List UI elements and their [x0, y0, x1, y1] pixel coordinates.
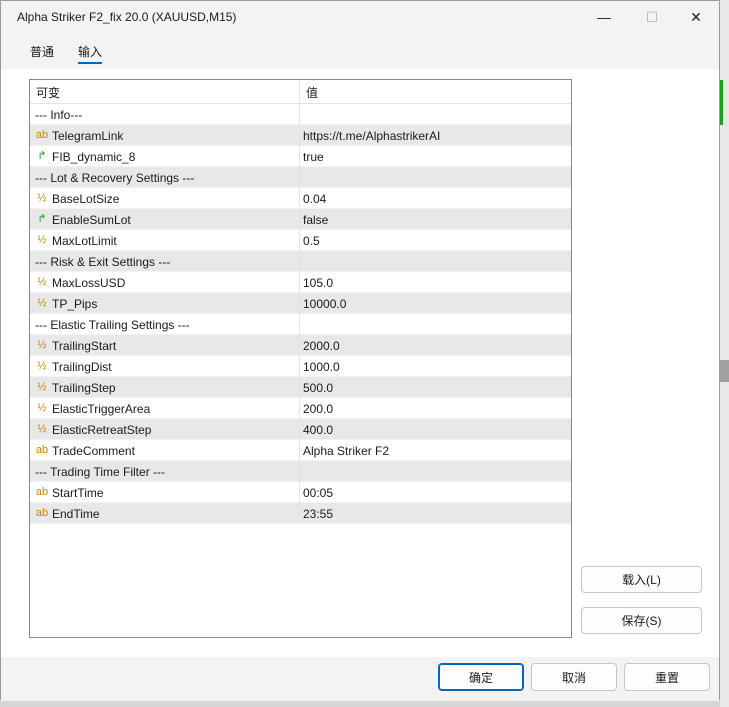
close-button[interactable]: ✕: [673, 1, 719, 33]
parameter-value[interactable]: 10000.0: [303, 297, 346, 311]
input-parameters-dialog: Alpha Striker F2_fix 20.0 (XAUUSD,M15) —…: [0, 0, 720, 701]
parameter-value[interactable]: 105.0: [303, 276, 333, 290]
reset-button[interactable]: 重置: [624, 663, 710, 691]
section-row[interactable]: --- Trading Time Filter ---: [30, 461, 571, 482]
section-row[interactable]: --- Info---: [30, 104, 571, 125]
string-icon: ab: [35, 507, 49, 519]
parameter-value[interactable]: 2000.0: [303, 339, 340, 353]
parameter-name: TradeComment: [52, 444, 135, 458]
number-icon: ½: [37, 423, 47, 435]
section-row[interactable]: --- Lot & Recovery Settings ---: [30, 167, 571, 188]
parameter-value[interactable]: 500.0: [303, 381, 333, 395]
section-label: --- Trading Time Filter ---: [35, 465, 166, 479]
parameter-name: TP_Pips: [52, 297, 98, 311]
window-title: Alpha Striker F2_fix 20.0 (XAUUSD,M15): [17, 10, 237, 24]
grid-header: 可变 值: [30, 80, 571, 104]
parameter-row[interactable]: ½ MaxLotLimit 0.5: [30, 230, 571, 251]
bool-icon: ↱: [37, 213, 47, 225]
parameter-value[interactable]: true: [303, 150, 324, 164]
parameter-name: MaxLotLimit: [52, 234, 117, 248]
parameter-name: ElasticTriggerArea: [52, 402, 151, 416]
section-label: --- Risk & Exit Settings ---: [35, 255, 171, 269]
parameter-row[interactable]: ½ TrailingStep 500.0: [30, 377, 571, 398]
number-icon: ½: [37, 234, 47, 246]
number-icon: ½: [37, 360, 47, 372]
number-icon: ½: [37, 297, 47, 309]
parameter-row[interactable]: ↱ EnableSumLot false: [30, 209, 571, 230]
parameter-row[interactable]: ab TradeComment Alpha Striker F2: [30, 440, 571, 461]
parameter-row[interactable]: ab StartTime 00:05: [30, 482, 571, 503]
parameters-grid[interactable]: 可变 值 --- Info--- ab TelegramLink https://t.…: [29, 79, 572, 638]
section-row[interactable]: --- Risk & Exit Settings ---: [30, 251, 571, 272]
string-icon: ab: [35, 444, 49, 456]
column-header-variable[interactable]: 可变: [36, 84, 60, 101]
parameter-row[interactable]: ½ ElasticRetreatStep 400.0: [30, 419, 571, 440]
parameter-name: TelegramLink: [52, 129, 124, 143]
parameter-value[interactable]: 200.0: [303, 402, 333, 416]
save-button[interactable]: 保存(S): [581, 607, 702, 634]
parameter-name: TrailingStep: [52, 381, 116, 395]
bool-icon: ↱: [37, 150, 47, 162]
tab-general[interactable]: 普通: [30, 43, 54, 60]
parameter-row[interactable]: ½ MaxLossUSD 105.0: [30, 272, 571, 293]
number-icon: ½: [37, 192, 47, 204]
tab-selected-indicator: [78, 62, 102, 64]
parameter-value[interactable]: 0.04: [303, 192, 326, 206]
parameter-value[interactable]: Alpha Striker F2: [303, 444, 389, 458]
parameter-row[interactable]: ab EndTime 23:55: [30, 503, 571, 524]
ok-button[interactable]: 确定: [438, 663, 524, 691]
parameter-value[interactable]: 0.5: [303, 234, 320, 248]
parameter-name: TrailingStart: [52, 339, 117, 353]
parameter-value[interactable]: 23:55: [303, 507, 333, 521]
parameter-row[interactable]: ½ TrailingStart 2000.0: [30, 335, 571, 356]
tab-inputs[interactable]: 输入: [78, 43, 102, 60]
parameter-name: BaseLotSize: [52, 192, 120, 206]
section-row[interactable]: --- Elastic Trailing Settings ---: [30, 314, 571, 335]
maximize-button[interactable]: ☐: [629, 1, 675, 33]
parameter-value[interactable]: 400.0: [303, 423, 333, 437]
title-bar[interactable]: Alpha Striker F2_fix 20.0 (XAUUSD,M15) —…: [1, 1, 719, 33]
section-label: --- Elastic Trailing Settings ---: [35, 318, 190, 332]
parameter-name: EnableSumLot: [52, 213, 131, 227]
parameter-row[interactable]: ½ TrailingDist 1000.0: [30, 356, 571, 377]
tab-bar: 普通 输入: [1, 33, 719, 69]
parameter-row[interactable]: ½ ElasticTriggerArea 200.0: [30, 398, 571, 419]
parameter-value[interactable]: 1000.0: [303, 360, 340, 374]
number-icon: ½: [37, 402, 47, 414]
string-icon: ab: [35, 486, 49, 498]
minimize-button[interactable]: —: [581, 1, 627, 33]
load-button[interactable]: 载入(L): [581, 566, 702, 593]
parameter-name: ElasticRetreatStep: [52, 423, 152, 437]
string-icon: ab: [35, 129, 49, 141]
parameter-row[interactable]: ab TelegramLink https://t.me/AlphastrikerA…: [30, 125, 571, 146]
number-icon: ½: [37, 381, 47, 393]
section-label: --- Lot & Recovery Settings ---: [35, 171, 195, 185]
column-header-value[interactable]: 值: [306, 84, 318, 101]
parameter-name: TrailingDist: [52, 360, 112, 374]
parameter-name: MaxLossUSD: [52, 276, 126, 290]
section-label: --- Info---: [35, 108, 83, 122]
number-icon: ½: [37, 339, 47, 351]
parameter-value[interactable]: https://t.me/AlphastrikerAI: [303, 129, 440, 143]
cancel-button[interactable]: 取消: [531, 663, 617, 691]
background-chart-scrollbar: [720, 360, 729, 382]
parameter-name: StartTime: [52, 486, 104, 500]
parameter-value[interactable]: false: [303, 213, 328, 227]
parameter-row[interactable]: ½ BaseLotSize 0.04: [30, 188, 571, 209]
background-chart-candle: [720, 80, 723, 125]
number-icon: ½: [37, 276, 47, 288]
parameter-row[interactable]: ↱ FIB_dynamic_8 true: [30, 146, 571, 167]
parameter-row[interactable]: ½ TP_Pips 10000.0: [30, 293, 571, 314]
column-separator: [299, 80, 300, 524]
parameter-value[interactable]: 00:05: [303, 486, 333, 500]
parameter-name: FIB_dynamic_8: [52, 150, 136, 164]
parameter-name: EndTime: [52, 507, 100, 521]
